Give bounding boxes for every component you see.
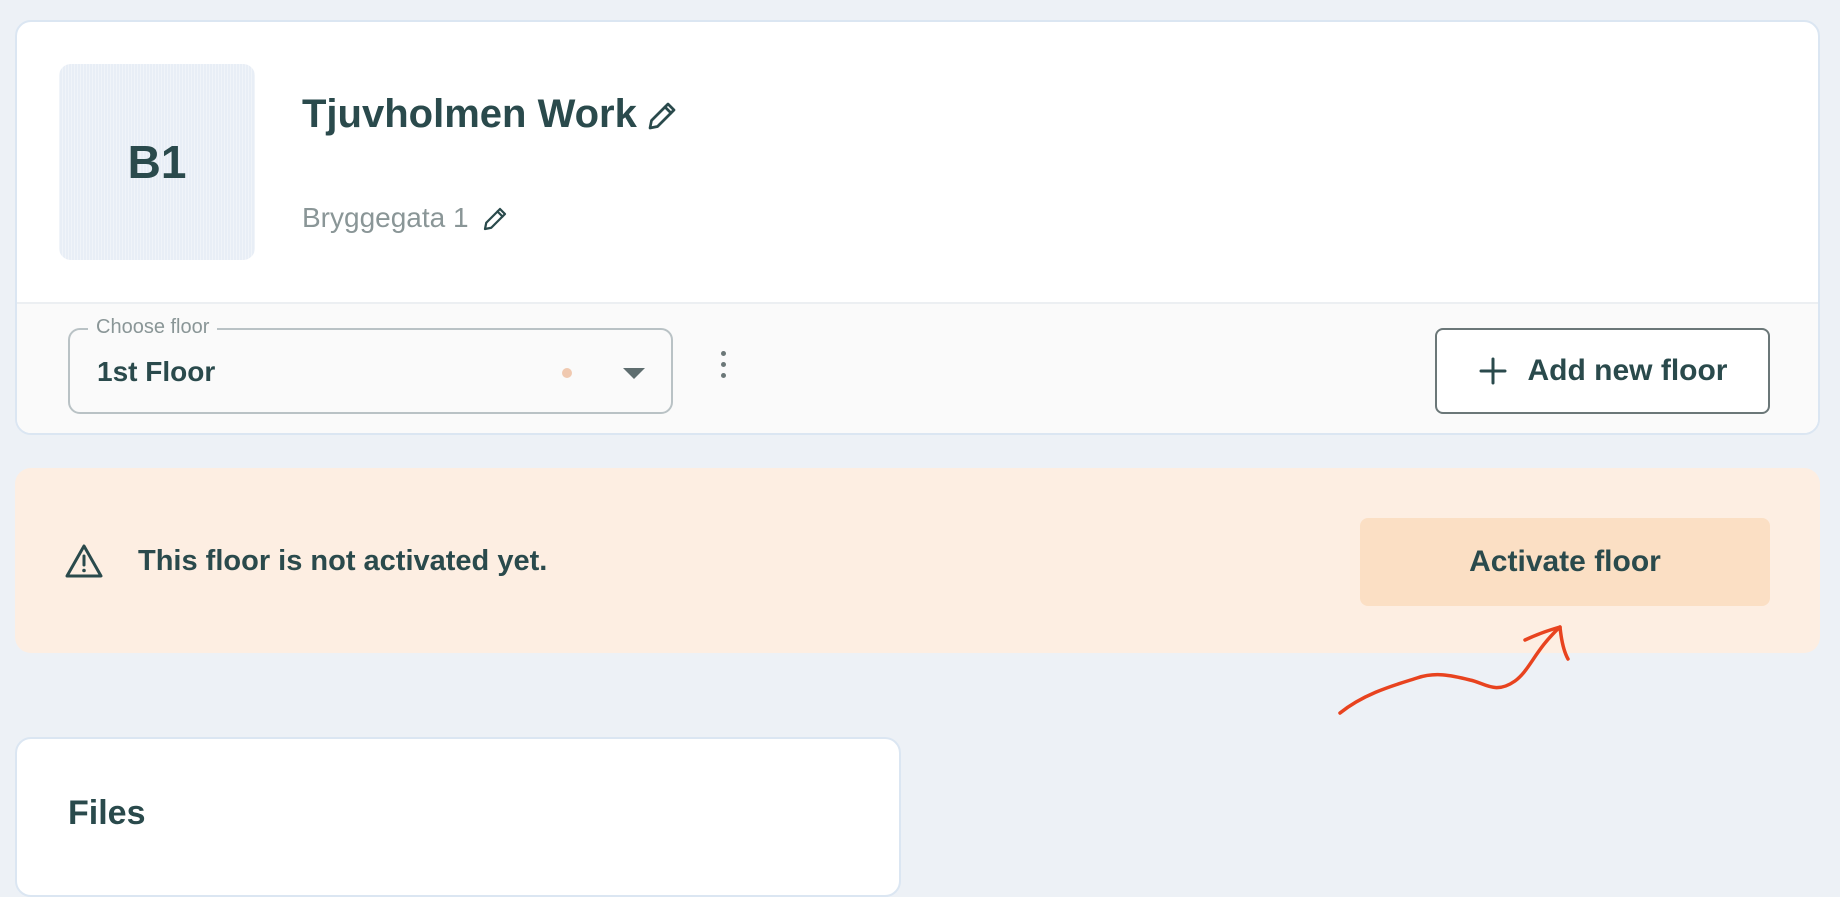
building-name: Tjuvholmen Work	[302, 92, 637, 136]
activate-floor-label: Activate floor	[1469, 545, 1661, 578]
add-new-floor-label: Add new floor	[1527, 354, 1728, 387]
floor-select-label: Choose floor	[88, 316, 218, 339]
building-header-card: B1 Tjuvholmen Work Bryggegata 1 Choose f…	[15, 20, 1820, 435]
building-address: Bryggegata 1	[302, 202, 469, 233]
banner-message: This floor is not activated yet.	[138, 545, 548, 577]
plus-icon	[1479, 357, 1506, 385]
edit-name-pencil-icon[interactable]	[644, 98, 680, 134]
edit-address-pencil-icon[interactable]	[480, 204, 510, 234]
add-new-floor-button[interactable]: Add new floor	[1435, 328, 1770, 414]
building-code: B1	[127, 136, 187, 188]
caret-down-icon	[623, 368, 645, 379]
floor-status-dot	[562, 368, 572, 378]
floor-select-value: 1st Floor	[97, 356, 216, 387]
activate-floor-button[interactable]: Activate floor	[1360, 518, 1770, 606]
vertical-dots-icon[interactable]	[717, 351, 729, 387]
warning-triangle-icon	[65, 544, 103, 578]
floor-toolbar: Choose floor 1st Floor Add new floor	[17, 302, 1818, 433]
files-title: Files	[68, 794, 146, 832]
building-avatar: B1	[59, 64, 255, 260]
annotation-arrow-icon	[1338, 625, 1570, 715]
floor-select[interactable]: Choose floor 1st Floor	[68, 316, 673, 414]
files-card: Files	[15, 737, 901, 897]
